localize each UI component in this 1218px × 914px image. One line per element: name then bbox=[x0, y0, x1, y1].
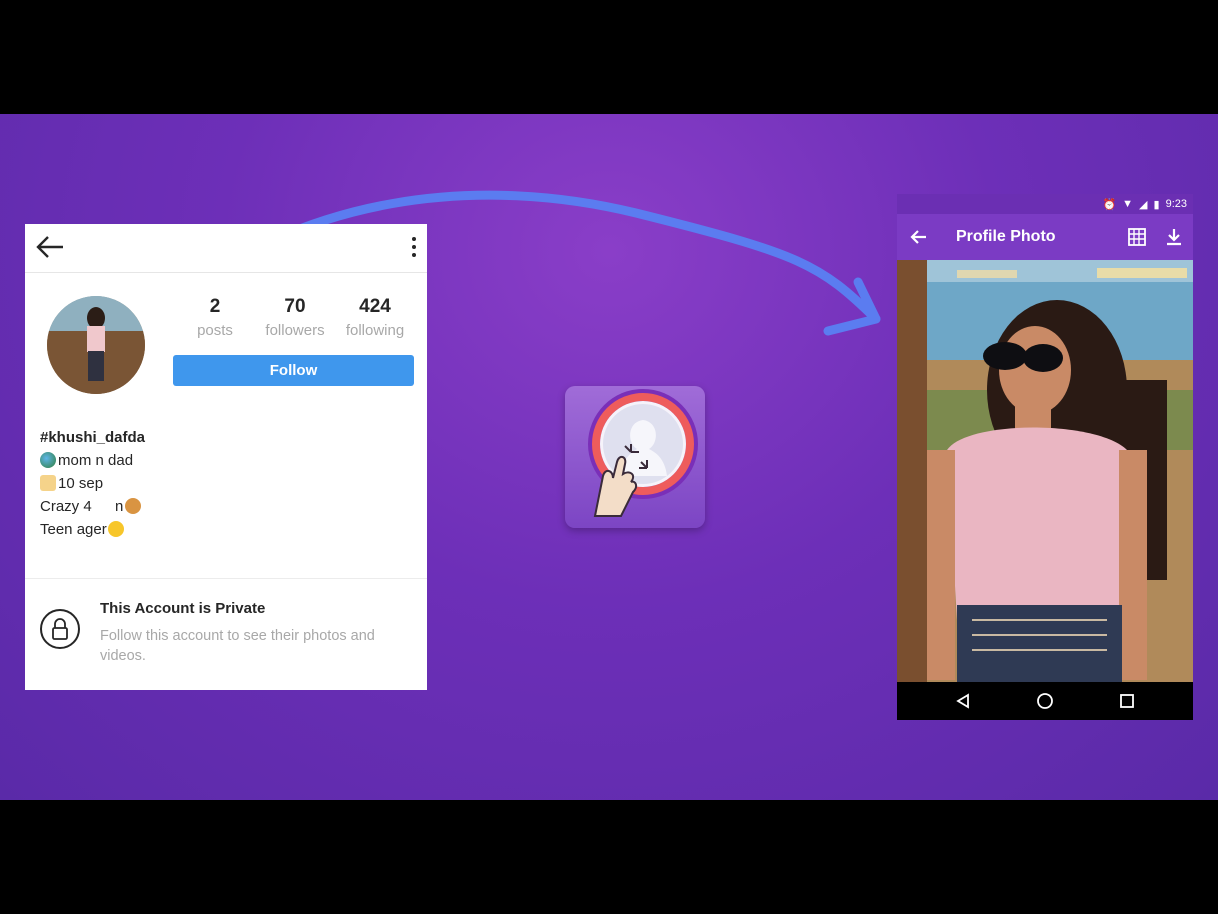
following-label: following bbox=[345, 322, 405, 339]
bio-text: 10 sep bbox=[58, 475, 104, 492]
laughing-emoji-icon bbox=[107, 521, 124, 537]
bio-line: Teen ager bbox=[40, 518, 145, 541]
stat-posts[interactable]: 2 posts bbox=[175, 296, 255, 339]
stat-followers[interactable]: 70 followers bbox=[255, 296, 335, 339]
alarm-icon: ⏰ bbox=[1102, 198, 1117, 211]
profile-avatar[interactable] bbox=[47, 296, 145, 394]
profile-top-bar bbox=[25, 224, 427, 273]
globe-emoji-icon bbox=[40, 452, 56, 468]
bio-line: 10 sep bbox=[40, 472, 145, 495]
food-emoji-icon bbox=[125, 498, 142, 514]
grid-icon[interactable] bbox=[1127, 227, 1147, 247]
profile-stats: 2 posts 70 followers 424 following bbox=[175, 296, 415, 339]
cake-emoji-icon bbox=[40, 475, 56, 491]
bio-text: Teen ager bbox=[40, 521, 107, 538]
app-title: Profile Photo bbox=[956, 228, 1056, 245]
wifi-icon: ▼ bbox=[1122, 198, 1134, 210]
profile-photo bbox=[897, 260, 1193, 682]
bio-text: mom n dad bbox=[58, 452, 134, 469]
bio-line: Crazy 4 n bbox=[40, 495, 145, 518]
lock-icon bbox=[40, 609, 80, 649]
private-account-title: This Account is Private bbox=[100, 600, 266, 617]
bio-line: mom n dad bbox=[40, 449, 145, 472]
nav-back-icon[interactable] bbox=[955, 693, 971, 709]
battery-icon: ▮ bbox=[1153, 198, 1160, 211]
instagram-profile-card: 2 posts 70 followers 424 following Follo… bbox=[25, 224, 427, 690]
followers-label: followers bbox=[265, 322, 325, 339]
posts-count: 2 bbox=[209, 296, 221, 317]
divider bbox=[25, 578, 427, 579]
posts-label: posts bbox=[197, 322, 233, 339]
app-logo-icon bbox=[565, 386, 705, 528]
private-account-description: Follow this account to see their photos … bbox=[100, 628, 375, 664]
profile-bio: #khushi_dafda mom n dad 10 sep Crazy 4 n… bbox=[40, 426, 145, 541]
more-options-icon[interactable] bbox=[409, 235, 419, 259]
followers-count: 70 bbox=[284, 296, 306, 317]
download-icon[interactable] bbox=[1164, 227, 1184, 247]
back-arrow-icon[interactable] bbox=[35, 234, 65, 260]
phone-screen: ⏰ ▼ ◢ ▮ 9:23 Profile Photo bbox=[897, 194, 1193, 720]
banner: 2 posts 70 followers 424 following Follo… bbox=[0, 114, 1218, 800]
app-bar: Profile Photo bbox=[897, 214, 1193, 260]
follow-button[interactable]: Follow bbox=[173, 355, 414, 386]
username: #khushi_dafda bbox=[40, 429, 146, 446]
stat-following[interactable]: 424 following bbox=[335, 296, 415, 339]
nav-recents-icon[interactable] bbox=[1119, 693, 1135, 709]
status-bar: ⏰ ▼ ◢ ▮ 9:23 bbox=[897, 194, 1193, 214]
bio-text: Crazy 4 n bbox=[40, 498, 124, 515]
signal-icon: ◢ bbox=[1139, 198, 1148, 211]
status-time: 9:23 bbox=[1165, 198, 1187, 210]
back-arrow-icon[interactable] bbox=[909, 227, 929, 247]
following-count: 424 bbox=[359, 296, 391, 317]
android-nav-bar bbox=[897, 682, 1193, 720]
nav-home-icon[interactable] bbox=[1036, 692, 1054, 710]
